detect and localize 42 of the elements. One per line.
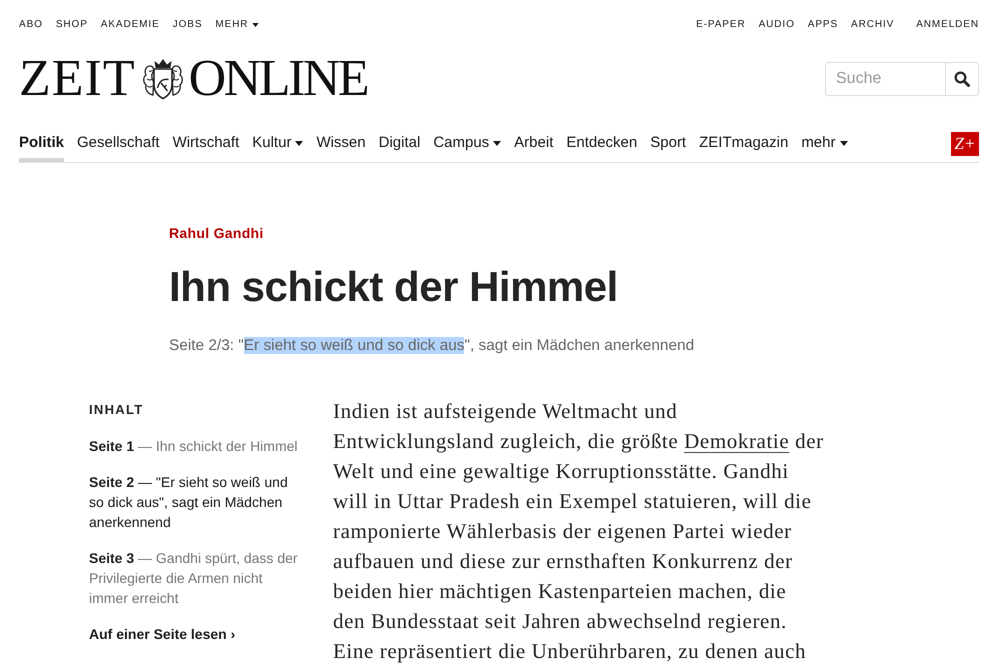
top-link[interactable]: APPS — [808, 18, 838, 32]
nav-link[interactable]: Arbeit — [514, 133, 554, 162]
logo-text[interactable]: ONLINE — [188, 53, 368, 105]
caret-icon — [295, 140, 304, 146]
inline-link[interactable]: Demokratie — [684, 429, 790, 453]
top-link[interactable]: ABO — [19, 18, 43, 32]
article-headline: Ihn schickt der Himmel — [169, 262, 619, 312]
top-link[interactable]: ARCHIV — [851, 18, 894, 32]
search-icon — [954, 71, 970, 87]
premium-badge[interactable]: Z+ — [951, 132, 979, 156]
nav-link[interactable]: Sport — [650, 133, 686, 162]
nav-link[interactable]: Digital — [378, 133, 420, 162]
nav-link[interactable]: Campus — [433, 133, 502, 162]
nav-link[interactable]: Kultur — [252, 133, 304, 162]
article-paragraph: Indien ist aufsteigende Weltmacht und Entwicklungsland zugleich, die größte Demokratie der Welt und eine gewaltige Korruptionsstätte. Gandhi will in Uttar Pradesh ein Exempel statuieren, will die ramponierte Wählerbasis der eigenen Partei wieder aufbauen und diese zur ernsthaften Konkurrenz der beiden hier mächtigen Kastenparteien machen, die den Bundesstaat seit Jahren abwechselnd regieren. Eine repräsentiert die Unberührbaren, zu denen auch — [333, 398, 824, 665]
search-button[interactable] — [945, 62, 979, 96]
top-link[interactable]: MEHR — [215, 18, 260, 32]
top-link[interactable]: JOBS — [172, 18, 202, 32]
search-field[interactable]: Suche — [825, 62, 945, 96]
toc-item[interactable]: Seite 2 — "Er sieht so weiß und so dick aus", sagt ein Mädchen anerkennend — [89, 472, 303, 532]
nav-link[interactable]: Politik — [19, 133, 64, 162]
login-link[interactable]: ANMELDEN — [916, 18, 979, 32]
caret-icon — [840, 140, 848, 146]
nav-link[interactable]: Gesellschaft — [77, 133, 160, 162]
top-link[interactable]: AUDIO — [758, 18, 795, 32]
caret-icon — [252, 23, 260, 27]
top-link[interactable]: SHOP — [56, 18, 88, 32]
logo-text[interactable]: ZEIT — [19, 53, 136, 105]
single-page-link[interactable]: Auf einer Seite lesen › — [89, 624, 303, 644]
article-kicker: Rahul Gandhi — [169, 224, 265, 242]
nav-link[interactable]: ZEITmagazin — [699, 133, 788, 162]
toc-item[interactable]: Seite 3 — Gandhi spürt, dass der Privilegierte die Armen nicht immer erreicht — [89, 548, 303, 608]
top-link[interactable]: E-PAPER — [696, 18, 746, 32]
toc-item[interactable]: Seite 1 — Ihn schickt der Himmel — [89, 436, 303, 456]
article-subtitle: Seite 2/3: "Er sieht so weiß und so dick aus", sagt ein Mädchen anerkennend — [169, 336, 696, 356]
nav-link[interactable]: mehr — [801, 133, 848, 162]
caret-icon — [493, 140, 502, 146]
nav-link[interactable]: Entdecken — [566, 133, 638, 162]
top-link[interactable]: AKADEMIE — [100, 18, 160, 32]
nav-link[interactable]: Wirtschaft — [172, 133, 240, 162]
nav-link[interactable]: Wissen — [316, 133, 366, 162]
contents-heading: INHALT — [89, 401, 144, 419]
